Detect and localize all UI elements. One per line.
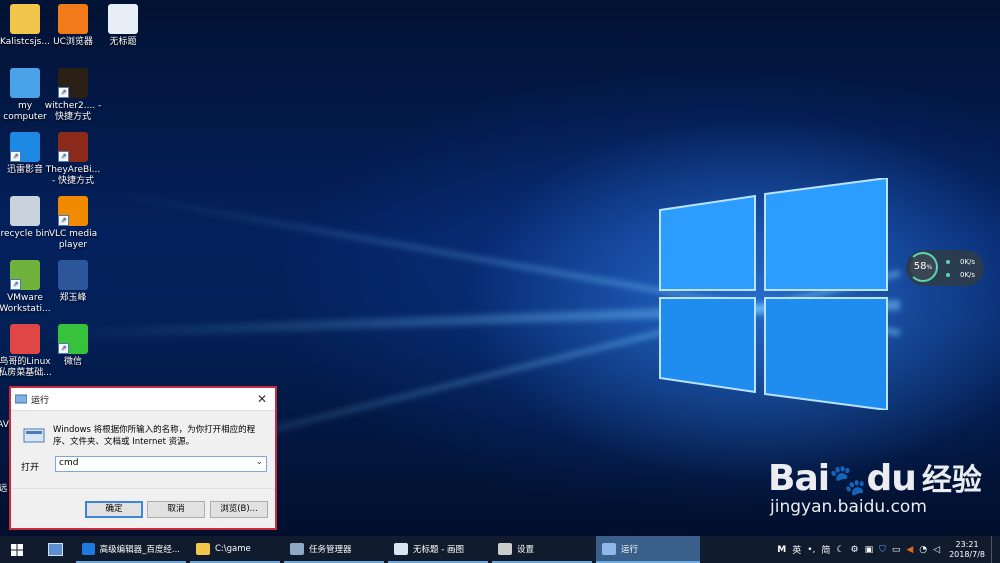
taskbar: 高级编辑器_百度经... C:\game 任务管理器 无标题 - 画图 设置 运行 M 英… bbox=[0, 536, 1000, 563]
word-doc-icon bbox=[58, 260, 88, 290]
shield-icon[interactable]: ⛉ bbox=[879, 545, 886, 555]
shortcut-arrow-icon: ↗ bbox=[10, 279, 21, 290]
desktop-icon[interactable]: 无标题 bbox=[94, 4, 152, 48]
divider bbox=[11, 488, 275, 489]
run-dialog-description: Windows 将根据你所输入的名称，为你打开相应的程序、文件夹、文档或 Int… bbox=[53, 425, 256, 447]
desktop-icon[interactable]: ↗ witcher2.... - 快捷方式 bbox=[44, 68, 102, 123]
network-icon[interactable]: ▭ bbox=[892, 545, 901, 555]
gear-icon[interactable]: ⚙ bbox=[850, 545, 858, 555]
run-dialog: 运行 ✕ Windows 将根据你所输入的名称，为你打开相应的程序、文件夹、文档… bbox=[9, 386, 277, 530]
desktop-icon-label: 无标题 bbox=[109, 37, 137, 47]
taskbar-item-label: 高级编辑器_百度经... bbox=[99, 544, 180, 555]
paw-icon: 🐾 bbox=[829, 463, 867, 498]
image-file-icon bbox=[108, 4, 138, 34]
run-command-value[interactable]: cmd bbox=[59, 458, 78, 468]
uc-browser-icon bbox=[58, 4, 88, 34]
ime-language[interactable]: 英 bbox=[792, 543, 801, 556]
volume-icon[interactable]: ◁ bbox=[933, 545, 940, 555]
moon-icon[interactable]: ☾ bbox=[836, 545, 844, 555]
pdf-icon bbox=[10, 324, 40, 354]
open-label: 打开 bbox=[21, 463, 40, 473]
run-icon bbox=[602, 542, 616, 555]
taskbar-item-label: C:\game bbox=[215, 543, 251, 554]
run-dialog-titlebar[interactable]: 运行 ✕ bbox=[11, 388, 275, 411]
shortcut-arrow-icon: ↗ bbox=[58, 87, 69, 98]
start-button[interactable] bbox=[0, 536, 34, 563]
windows-logo bbox=[659, 178, 888, 410]
keyboard-icon[interactable]: ▣ bbox=[865, 545, 874, 555]
taskbar-item-label: 任务管理器 bbox=[309, 544, 352, 555]
cancel-button[interactable]: 取消 bbox=[147, 501, 205, 518]
chevron-down-icon[interactable]: ⌄ bbox=[255, 457, 263, 467]
shortcut-arrow-icon: ↗ bbox=[58, 151, 69, 162]
wifi-icon[interactable]: ◔ bbox=[919, 545, 927, 555]
desktop-icon[interactable]: 郑玉峰 bbox=[44, 260, 102, 304]
browser-icon bbox=[82, 542, 95, 555]
shortcut-arrow-icon: ↗ bbox=[58, 343, 69, 354]
run-program-icon bbox=[23, 428, 45, 443]
shortcut-arrow-icon: ↗ bbox=[10, 151, 21, 162]
task-manager-icon bbox=[290, 542, 304, 555]
desktop-icon-label: 郑玉峰 bbox=[59, 293, 87, 303]
xunlei-icon: ↗ bbox=[10, 132, 40, 162]
punctuation-icon[interactable]: •, bbox=[807, 545, 815, 555]
desktop-icon[interactable]: ↗ TheyAreBi... - 快捷方式 bbox=[44, 132, 102, 187]
desktop-icon[interactable]: ↗ 微信 bbox=[44, 324, 102, 368]
desktop-icon-label: witcher2.... - 快捷方式 bbox=[44, 101, 102, 122]
clock[interactable]: 23:21 2018/7/8 bbox=[949, 540, 985, 560]
speaker-icon[interactable]: ◀ bbox=[906, 545, 913, 555]
notification-icon[interactable] bbox=[991, 536, 1000, 563]
taskbar-item[interactable]: 无标题 - 画图 bbox=[388, 536, 488, 563]
taskbar-item-label: 运行 bbox=[621, 544, 639, 555]
desktop-icon-label: VLC media player bbox=[48, 229, 98, 250]
download-speed: 0K/s bbox=[960, 271, 976, 279]
witcher-icon: ↗ bbox=[58, 68, 88, 98]
taskbar-item[interactable]: 高级编辑器_百度经... bbox=[76, 536, 186, 563]
baidu-watermark: Bai🐾du 经验 jingyan.baidu.com bbox=[768, 458, 982, 517]
taskbar-item[interactable]: 运行 bbox=[596, 536, 700, 563]
run-icon bbox=[15, 394, 27, 404]
taskbar-item-label: 设置 bbox=[517, 544, 535, 555]
recycle-bin-icon bbox=[10, 196, 40, 226]
computer-icon bbox=[10, 68, 40, 98]
memory-usage-ring: 58% bbox=[908, 252, 938, 282]
desktop-icon[interactable]: ↗ VLC media player bbox=[44, 196, 102, 251]
browse-button[interactable]: 浏览(B)... bbox=[210, 501, 268, 518]
game-icon: ↗ bbox=[58, 132, 88, 162]
windows-start-icon bbox=[11, 543, 23, 556]
desktop: Kalistcsjs... UC浏览器 无标题 my computer ↗ witcher… bbox=[0, 0, 1000, 536]
wechat-icon: ↗ bbox=[58, 324, 88, 354]
taskbar-item[interactable]: C:\game bbox=[190, 536, 280, 563]
ok-button[interactable]: 确定 bbox=[85, 501, 143, 518]
paint-icon bbox=[394, 542, 408, 555]
ime-simplified[interactable]: 简 bbox=[821, 543, 830, 556]
desktop-icon-label: 微信 bbox=[63, 357, 82, 367]
folder-icon bbox=[196, 542, 210, 555]
run-command-input[interactable]: cmd ⌄ bbox=[55, 456, 267, 472]
shortcut-arrow-icon: ↗ bbox=[58, 215, 69, 226]
task-view-icon bbox=[47, 543, 63, 556]
desktop-icon-label: TheyAreBi... - 快捷方式 bbox=[45, 165, 101, 186]
vmware-icon: ↗ bbox=[10, 260, 40, 290]
close-icon[interactable]: ✕ bbox=[249, 392, 275, 406]
system-tray: M 英 •, 简 ☾ ⚙ ▣ ⛉ ▭ ◀ ◔ ◁ 23:21 2018/7/8 bbox=[774, 536, 1000, 563]
task-view-button[interactable] bbox=[34, 536, 76, 563]
ime-mode-icon[interactable]: M bbox=[777, 545, 786, 555]
clock-date: 2018/7/8 bbox=[949, 549, 985, 559]
vlc-icon: ↗ bbox=[58, 196, 88, 226]
run-dialog-title: 运行 bbox=[31, 395, 50, 406]
taskbar-item[interactable]: 设置 bbox=[492, 536, 592, 563]
folder-icon bbox=[10, 4, 40, 34]
gear-icon bbox=[498, 542, 512, 555]
taskbar-item[interactable]: 任务管理器 bbox=[284, 536, 384, 563]
clock-time: 23:21 bbox=[955, 539, 979, 549]
network-speed-widget[interactable]: 58% 0K/s 0K/s bbox=[906, 250, 984, 286]
taskbar-item-label: 无标题 - 画图 bbox=[413, 544, 464, 555]
upload-speed: 0K/s bbox=[960, 258, 976, 266]
